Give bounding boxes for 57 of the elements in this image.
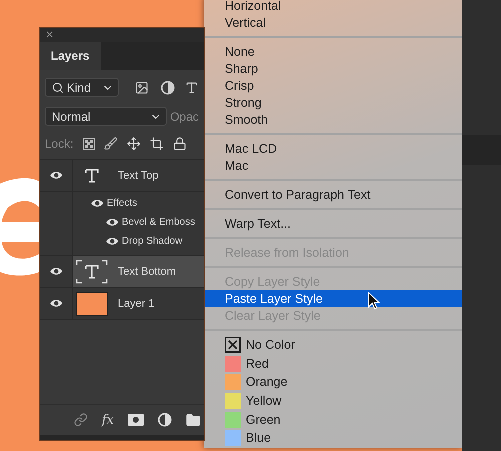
- menu-item[interactable]: Smooth: [204, 111, 462, 128]
- type-icon[interactable]: [185, 80, 199, 94]
- menu-item[interactable]: No Color: [204, 336, 462, 355]
- menu-item[interactable]: Orange: [204, 373, 462, 392]
- menu-item[interactable]: Strong: [204, 94, 462, 111]
- blend-mode-dropdown[interactable]: Normal: [45, 107, 168, 126]
- panel-tab[interactable]: Layers: [40, 42, 101, 70]
- mask-icon[interactable]: [128, 414, 144, 426]
- image-icon[interactable]: [135, 80, 149, 94]
- menu-item[interactable]: Convert to Paragraph Text: [204, 186, 462, 203]
- fx-button[interactable]: fx: [102, 412, 114, 428]
- layer-name: Text Bottom: [118, 266, 176, 278]
- eye-icon[interactable]: [50, 267, 62, 276]
- text-thumbnail-icon: [76, 260, 108, 284]
- opacity-label: Opac: [170, 110, 199, 124]
- eye-icon[interactable]: [106, 218, 119, 227]
- menu-item[interactable]: Warp Text...: [204, 215, 462, 232]
- crop-icon[interactable]: [150, 137, 164, 151]
- menu-item[interactable]: Horizontal: [204, 0, 462, 14]
- text-thumbnail-icon: [85, 168, 99, 182]
- effect-name: Bevel & Emboss: [122, 217, 196, 228]
- half-circle-icon[interactable]: [161, 80, 175, 94]
- move-icon[interactable]: [126, 137, 141, 151]
- search-icon: [52, 82, 64, 94]
- menu-item[interactable]: None: [204, 43, 462, 60]
- eye-icon[interactable]: [50, 299, 62, 308]
- lock-label: Lock:: [45, 137, 74, 151]
- close-button[interactable]: ×: [44, 29, 56, 41]
- menu-item[interactable]: Green: [204, 410, 462, 429]
- layer-row[interactable]: Layer 1: [40, 288, 204, 320]
- eye-icon[interactable]: [91, 199, 104, 208]
- menu-item[interactable]: Crisp: [204, 77, 462, 94]
- half-circle-icon[interactable]: [158, 413, 172, 427]
- layer-row[interactable]: Text Top: [40, 160, 204, 192]
- menu-item[interactable]: Vertical: [204, 14, 462, 31]
- layer-row[interactable]: Text Bottom: [40, 256, 204, 288]
- eye-icon[interactable]: [50, 171, 62, 180]
- folder-icon[interactable]: [186, 412, 202, 428]
- filter-dropdown[interactable]: Kind: [45, 78, 119, 97]
- menu-item[interactable]: Paste Layer Style: [204, 290, 462, 307]
- link-icon[interactable]: [74, 413, 88, 427]
- no-color-icon: [225, 337, 241, 354]
- menu-item[interactable]: Blue: [204, 428, 462, 448]
- menu-item[interactable]: Red: [204, 354, 462, 374]
- lock-icon[interactable]: [172, 137, 187, 151]
- effect-name: Drop Shadow: [122, 236, 183, 247]
- layer-name: Layer 1: [118, 298, 155, 310]
- effects-label: Effects: [107, 198, 138, 209]
- checker-icon[interactable]: [82, 138, 95, 150]
- layer-name: Text Top: [118, 170, 159, 182]
- menu-item[interactable]: Mac: [204, 157, 462, 174]
- brush-icon[interactable]: [104, 137, 118, 151]
- menu-item[interactable]: Yellow: [204, 392, 462, 410]
- menu-item[interactable]: Mac LCD: [204, 140, 462, 157]
- eye-icon[interactable]: [106, 237, 119, 246]
- mouse-pointer-icon: [368, 292, 380, 310]
- menu-item[interactable]: Sharp: [204, 60, 462, 77]
